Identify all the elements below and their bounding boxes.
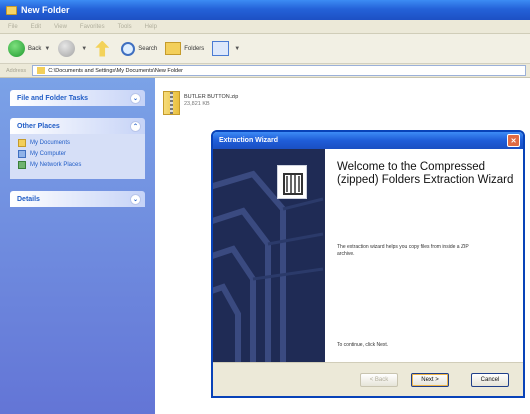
place-label: My Computer [30, 151, 67, 157]
address-input[interactable]: C:\Documents and Settings\My Documents\N… [32, 65, 526, 76]
address-path: C:\Documents and Settings\My Documents\N… [48, 67, 183, 74]
file-text: BUTLER BUTTON.zip 23,821 KB [184, 91, 238, 108]
chevron-down-icon[interactable]: ▼ [44, 46, 50, 52]
wizard-footer: < Back Next > Cancel [213, 362, 523, 396]
back-label: Back [28, 45, 42, 52]
file-item[interactable]: BUTLER BUTTON.zip 23,821 KB [163, 91, 238, 115]
menu-view[interactable]: View [54, 24, 67, 30]
folder-stack-artwork [213, 170, 324, 362]
views-icon [212, 41, 230, 56]
folders-icon [165, 42, 182, 55]
chevron-down-icon[interactable]: ⌄ [130, 193, 141, 205]
folder-icon [37, 67, 46, 74]
search-icon [121, 41, 136, 56]
menu-help[interactable]: Help [145, 24, 157, 30]
task-pane: File and Folder Tasks ⌄ Other Places ⌃ M… [0, 78, 155, 414]
wizard-title-bar[interactable]: Extraction Wizard ✕ [213, 132, 523, 149]
wizard-title: Extraction Wizard [219, 137, 279, 144]
next-button[interactable]: Next > [411, 373, 449, 387]
wizard-banner-image [213, 149, 325, 362]
other-places-list: My Documents My Computer My Network Plac… [10, 134, 145, 179]
back-button[interactable]: < Back [360, 373, 398, 387]
menu-file[interactable]: File [8, 24, 18, 30]
place-label: My Network Places [30, 162, 82, 168]
menu-favorites[interactable]: Favorites [80, 24, 105, 30]
address-bar: Address C:\Documents and Settings\My Doc… [0, 64, 530, 78]
extraction-wizard-dialog: Extraction Wizard ✕ Welcome to the Compr… [211, 130, 525, 398]
address-label: Address [6, 67, 27, 74]
menu-tools[interactable]: Tools [118, 24, 132, 30]
chevron-up-icon[interactable]: ⌃ [130, 120, 141, 132]
place-label: My Documents [30, 140, 71, 146]
panel-title: Other Places [17, 122, 60, 130]
panel-title: Details [17, 195, 40, 203]
place-my-computer[interactable]: My Computer [18, 150, 137, 158]
forward-arrow-icon [58, 40, 76, 57]
details-panel: Details ⌄ [10, 191, 145, 207]
file-size: 23,821 KB [184, 101, 210, 107]
zip-folders-logo [277, 165, 307, 199]
zip-folder-icon [163, 91, 180, 115]
folder-icon [6, 5, 17, 15]
wizard-body: Welcome to the Compressed (zipped) Folde… [213, 149, 523, 362]
toolbar: Back ▼ ▼ Search Folders ▼ [0, 34, 530, 64]
up-folder-button[interactable] [95, 40, 113, 57]
window-title: New Folder [21, 5, 70, 15]
place-my-network-places[interactable]: My Network Places [18, 161, 137, 169]
menu-bar: File Edit View Favorites Tools Help [0, 20, 530, 34]
details-header[interactable]: Details ⌄ [10, 191, 145, 207]
file-name: BUTLER BUTTON.zip [184, 94, 239, 100]
close-icon[interactable]: ✕ [507, 134, 520, 147]
my-computer-icon [18, 150, 26, 158]
chevron-down-icon[interactable]: ▼ [234, 46, 240, 52]
other-places-panel: Other Places ⌃ My Documents My Computer … [10, 118, 145, 179]
folders-button[interactable]: Folders [165, 42, 204, 55]
wizard-continue-text: To continue, click Next. [337, 342, 389, 348]
menu-edit[interactable]: Edit [31, 24, 41, 30]
panel-title: File and Folder Tasks [17, 94, 89, 102]
back-arrow-icon [8, 40, 25, 57]
up-arrow-icon [95, 40, 110, 57]
folders-label: Folders [184, 45, 205, 52]
cancel-button[interactable]: Cancel [471, 373, 509, 387]
back-button[interactable]: Back ▼ [8, 40, 50, 57]
chevron-down-icon[interactable]: ▼ [81, 46, 87, 52]
file-folder-tasks-panel: File and Folder Tasks ⌄ [10, 90, 145, 106]
other-places-header[interactable]: Other Places ⌃ [10, 118, 145, 134]
network-places-icon [18, 161, 26, 169]
my-documents-icon [18, 139, 26, 147]
chevron-down-icon[interactable]: ⌄ [130, 92, 141, 104]
wizard-heading: Welcome to the Compressed (zipped) Folde… [337, 161, 514, 186]
search-label: Search [138, 45, 158, 52]
window-title-bar[interactable]: New Folder [0, 0, 530, 20]
file-folder-tasks-header[interactable]: File and Folder Tasks ⌄ [10, 90, 145, 106]
wizard-description: The extraction wizard helps you copy fil… [337, 244, 469, 257]
place-my-documents[interactable]: My Documents [18, 139, 137, 147]
forward-button[interactable]: ▼ [58, 40, 87, 57]
views-button[interactable]: ▼ [212, 41, 240, 56]
search-button[interactable]: Search [121, 41, 158, 56]
